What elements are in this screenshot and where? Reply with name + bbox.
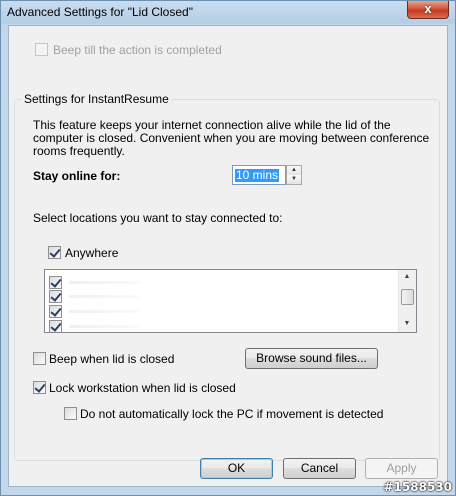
list-scrollbar[interactable]: ▲ ▼ <box>398 270 416 332</box>
location-label-faded <box>69 281 139 284</box>
stay-online-spinner: ▲ ▼ <box>286 165 302 185</box>
list-item[interactable] <box>49 290 389 303</box>
list-item[interactable] <box>49 276 389 289</box>
lock-workstation-checkbox[interactable] <box>33 381 46 394</box>
instant-resume-group-title: Settings for InstantResume <box>22 92 171 106</box>
no-auto-lock-checkbox[interactable] <box>64 407 77 420</box>
location-checkbox[interactable] <box>49 305 62 318</box>
beep-action-checkbox[interactable] <box>35 43 48 56</box>
close-button[interactable]: x <box>407 1 449 19</box>
location-checkbox[interactable] <box>49 320 62 332</box>
stay-online-input[interactable]: 10 mins <box>232 165 286 185</box>
beep-action-label: Beep till the action is completed <box>53 43 222 57</box>
spin-up-icon[interactable]: ▲ <box>287 166 301 175</box>
watermark-id: #1588530 <box>383 480 452 494</box>
locations-label: Select locations you want to stay connec… <box>33 211 283 225</box>
stay-online-value: 10 mins <box>235 168 280 182</box>
location-label-faded <box>69 325 139 328</box>
scroll-down-icon[interactable]: ▼ <box>399 317 415 331</box>
location-checkbox[interactable] <box>49 276 62 289</box>
ok-button[interactable]: OK <box>200 458 273 479</box>
lock-workstation-label: Lock workstation when lid is closed <box>49 381 236 395</box>
list-item[interactable] <box>49 305 389 318</box>
feature-description: This feature keeps your internet connect… <box>33 118 430 158</box>
location-label-faded <box>69 310 139 313</box>
close-icon: x <box>424 1 432 16</box>
location-checkbox[interactable] <box>49 290 62 303</box>
scroll-thumb[interactable] <box>401 289 414 305</box>
stay-online-label: Stay online for: <box>33 169 121 183</box>
dialog-window: Advanced Settings for "Lid Closed" x Bee… <box>0 0 456 496</box>
apply-button[interactable]: Apply <box>365 458 438 479</box>
window-title: Advanced Settings for "Lid Closed" <box>7 5 193 19</box>
spin-down-icon[interactable]: ▼ <box>287 175 301 184</box>
anywhere-label: Anywhere <box>65 246 119 260</box>
browse-sound-files-button[interactable]: Browse sound files... <box>245 348 378 369</box>
list-item[interactable] <box>49 320 389 332</box>
scroll-up-icon[interactable]: ▲ <box>399 270 415 284</box>
beep-lid-label: Beep when lid is closed <box>49 352 175 366</box>
title-bar[interactable]: Advanced Settings for "Lid Closed" x <box>1 1 455 25</box>
beep-lid-checkbox[interactable] <box>33 352 46 365</box>
cancel-button[interactable]: Cancel <box>283 458 356 479</box>
locations-listbox[interactable]: ▲ ▼ <box>44 269 417 333</box>
location-label-faded <box>69 295 139 298</box>
no-auto-lock-label: Do not automatically lock the PC if move… <box>80 407 384 421</box>
anywhere-checkbox[interactable] <box>48 246 61 259</box>
